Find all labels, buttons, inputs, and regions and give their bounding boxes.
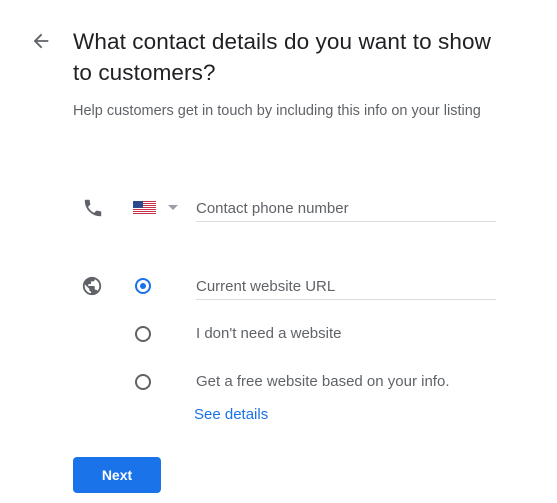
page-subtitle: Help customers get in touch by including… <box>73 103 481 119</box>
page-title: What contact details do you want to show… <box>73 29 491 85</box>
free-website-label[interactable]: Get a free website based on your info. <box>196 373 449 390</box>
see-details-link[interactable]: See details <box>194 406 268 423</box>
radio-free-website[interactable] <box>135 374 151 390</box>
us-flag-icon[interactable] <box>133 201 156 214</box>
globe-icon <box>82 276 102 296</box>
next-button[interactable]: Next <box>73 457 161 493</box>
radio-current-website[interactable] <box>135 278 151 294</box>
radio-no-website[interactable] <box>135 326 151 342</box>
back-arrow-icon[interactable] <box>30 30 52 52</box>
phone-icon <box>84 199 102 217</box>
website-url-input[interactable] <box>196 273 496 300</box>
no-website-label[interactable]: I don't need a website <box>196 325 341 342</box>
phone-number-input[interactable] <box>196 195 496 222</box>
country-dropdown-caret-icon[interactable] <box>168 205 178 210</box>
